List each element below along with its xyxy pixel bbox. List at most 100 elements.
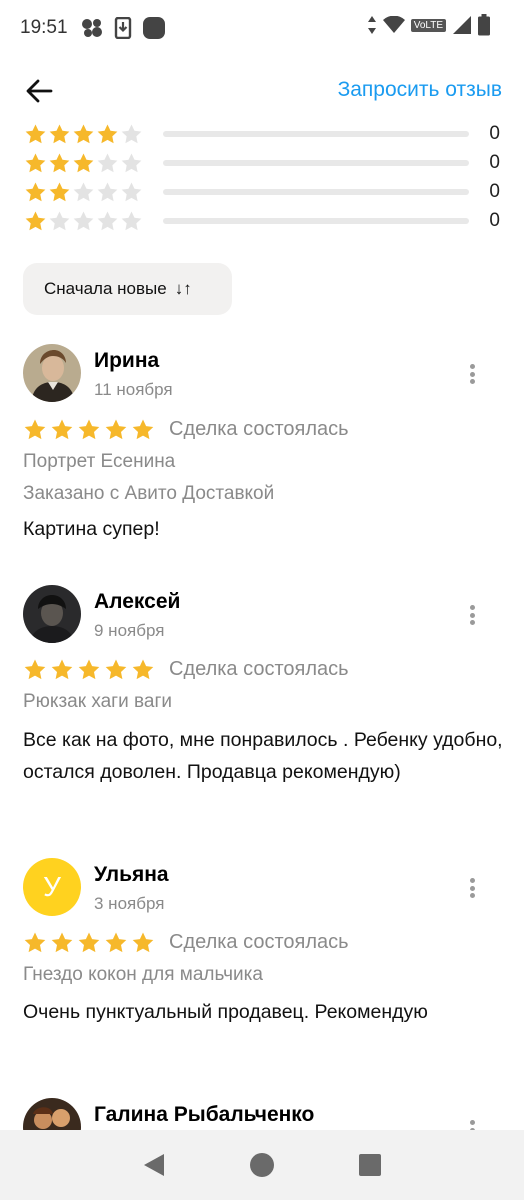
star-filled-icon — [25, 152, 46, 172]
review-date: 11 ноября — [94, 380, 173, 399]
star-empty-icon — [97, 210, 118, 230]
star-filled-icon — [105, 932, 127, 953]
review-stars — [23, 418, 155, 442]
portrait-avatar-image — [23, 344, 81, 402]
rating-row-2: 0 — [24, 178, 504, 206]
nav-home-button[interactable] — [242, 1145, 282, 1185]
review-author[interactable]: Ульяна — [94, 863, 169, 887]
more-options-button[interactable] — [462, 1116, 482, 1130]
signal-icon — [453, 16, 471, 34]
review-item-title: Портрет Есенина — [23, 451, 176, 472]
star-empty-icon — [121, 181, 142, 201]
star-filled-icon — [78, 932, 100, 953]
review-item-title: Рюкзак хаги ваги — [23, 691, 172, 712]
star-filled-icon — [51, 419, 73, 440]
avatar[interactable]: У — [23, 858, 81, 916]
star-empty-icon — [97, 181, 118, 201]
rating-bar — [163, 131, 469, 137]
avatar[interactable] — [23, 585, 81, 643]
rating-row-3: 0 — [24, 149, 504, 177]
row-stars-1 — [24, 210, 144, 233]
star-empty-icon — [49, 210, 70, 230]
star-filled-icon — [105, 659, 127, 680]
star-filled-icon — [25, 181, 46, 201]
nav-back-button[interactable] — [134, 1145, 174, 1185]
status-time: 19:51 — [20, 17, 68, 38]
star-filled-icon — [132, 419, 154, 440]
rating-bar — [163, 189, 469, 195]
review-author[interactable]: Галина Рыбальченко — [94, 1103, 314, 1127]
download-notification-icon — [114, 17, 131, 39]
status-bar: 19:51 VoLTE — [0, 0, 524, 56]
star-filled-icon — [105, 419, 127, 440]
photo-avatar-image — [23, 585, 81, 643]
star-filled-icon — [132, 659, 154, 680]
deal-status: Сделка состоялась — [169, 931, 349, 953]
arrow-left-icon — [26, 79, 53, 103]
star-filled-icon — [73, 123, 94, 143]
rating-count: 0 — [489, 210, 500, 231]
review-card: Галина Рыбальченко — [0, 1098, 524, 1130]
rating-bar — [163, 218, 469, 224]
back-button[interactable] — [22, 74, 56, 108]
avatar[interactable] — [23, 344, 81, 402]
review-date: 9 ноября — [94, 621, 165, 640]
review-date: 3 ноября — [94, 894, 165, 913]
deal-status: Сделка состоялась — [169, 658, 349, 680]
star-empty-icon — [121, 152, 142, 172]
rating-breakdown: 0 0 0 0 — [0, 120, 524, 242]
more-options-button[interactable] — [462, 601, 482, 629]
nav-recents-button[interactable] — [350, 1145, 390, 1185]
review-text: Очень пунктуальный продавец. Рекомендую — [23, 1001, 428, 1023]
sort-label: Сначала новые — [44, 279, 167, 298]
star-filled-icon — [51, 659, 73, 680]
review-author[interactable]: Алексей — [94, 590, 180, 614]
rating-bar — [163, 160, 469, 166]
deal-status: Сделка состоялась — [169, 418, 349, 440]
star-filled-icon — [78, 659, 100, 680]
star-filled-icon — [49, 123, 70, 143]
rating-count: 0 — [489, 123, 500, 144]
system-navigation-bar — [0, 1130, 524, 1200]
rating-row-4: 0 — [24, 120, 504, 148]
star-filled-icon — [78, 419, 100, 440]
row-stars-2 — [24, 181, 144, 204]
star-empty-icon — [121, 123, 142, 143]
sort-button[interactable]: Сначала новые ↓↑ — [23, 263, 232, 315]
app-square-icon — [142, 17, 165, 39]
avatar-letter: У — [43, 871, 61, 902]
more-options-button[interactable] — [462, 874, 482, 902]
review-stars — [23, 658, 155, 682]
data-transfer-icon — [367, 16, 376, 34]
review-text: Все как на фото, мне понравилось . Ребен… — [23, 729, 503, 783]
sort-arrows-icon: ↓↑ — [174, 279, 192, 298]
square-recents-icon — [359, 1154, 381, 1176]
photo-avatar-image — [23, 1098, 81, 1130]
app-bar: Запросить отзыв — [0, 60, 524, 120]
star-filled-icon — [73, 152, 94, 172]
star-filled-icon — [49, 181, 70, 201]
review-author[interactable]: Ирина — [94, 349, 159, 373]
status-notification-icons — [80, 16, 166, 40]
circle-home-icon — [250, 1153, 274, 1177]
rating-count: 0 — [489, 181, 500, 202]
avatar[interactable] — [23, 1098, 81, 1130]
row-stars-3 — [24, 152, 144, 175]
rating-count: 0 — [489, 152, 500, 173]
request-review-button[interactable]: Запросить отзыв — [338, 78, 502, 102]
battery-icon — [478, 14, 490, 36]
star-empty-icon — [73, 181, 94, 201]
row-stars-4 — [24, 123, 144, 146]
star-filled-icon — [25, 123, 46, 143]
star-filled-icon — [25, 210, 46, 230]
star-filled-icon — [24, 419, 46, 440]
star-filled-icon — [24, 932, 46, 953]
star-filled-icon — [51, 932, 73, 953]
more-options-button[interactable] — [462, 360, 482, 388]
triangle-back-icon — [144, 1154, 164, 1176]
star-empty-icon — [121, 210, 142, 230]
status-system-icons: VoLTE — [367, 14, 490, 36]
star-empty-icon — [73, 210, 94, 230]
app-notification-icon — [81, 19, 102, 37]
star-empty-icon — [97, 152, 118, 172]
